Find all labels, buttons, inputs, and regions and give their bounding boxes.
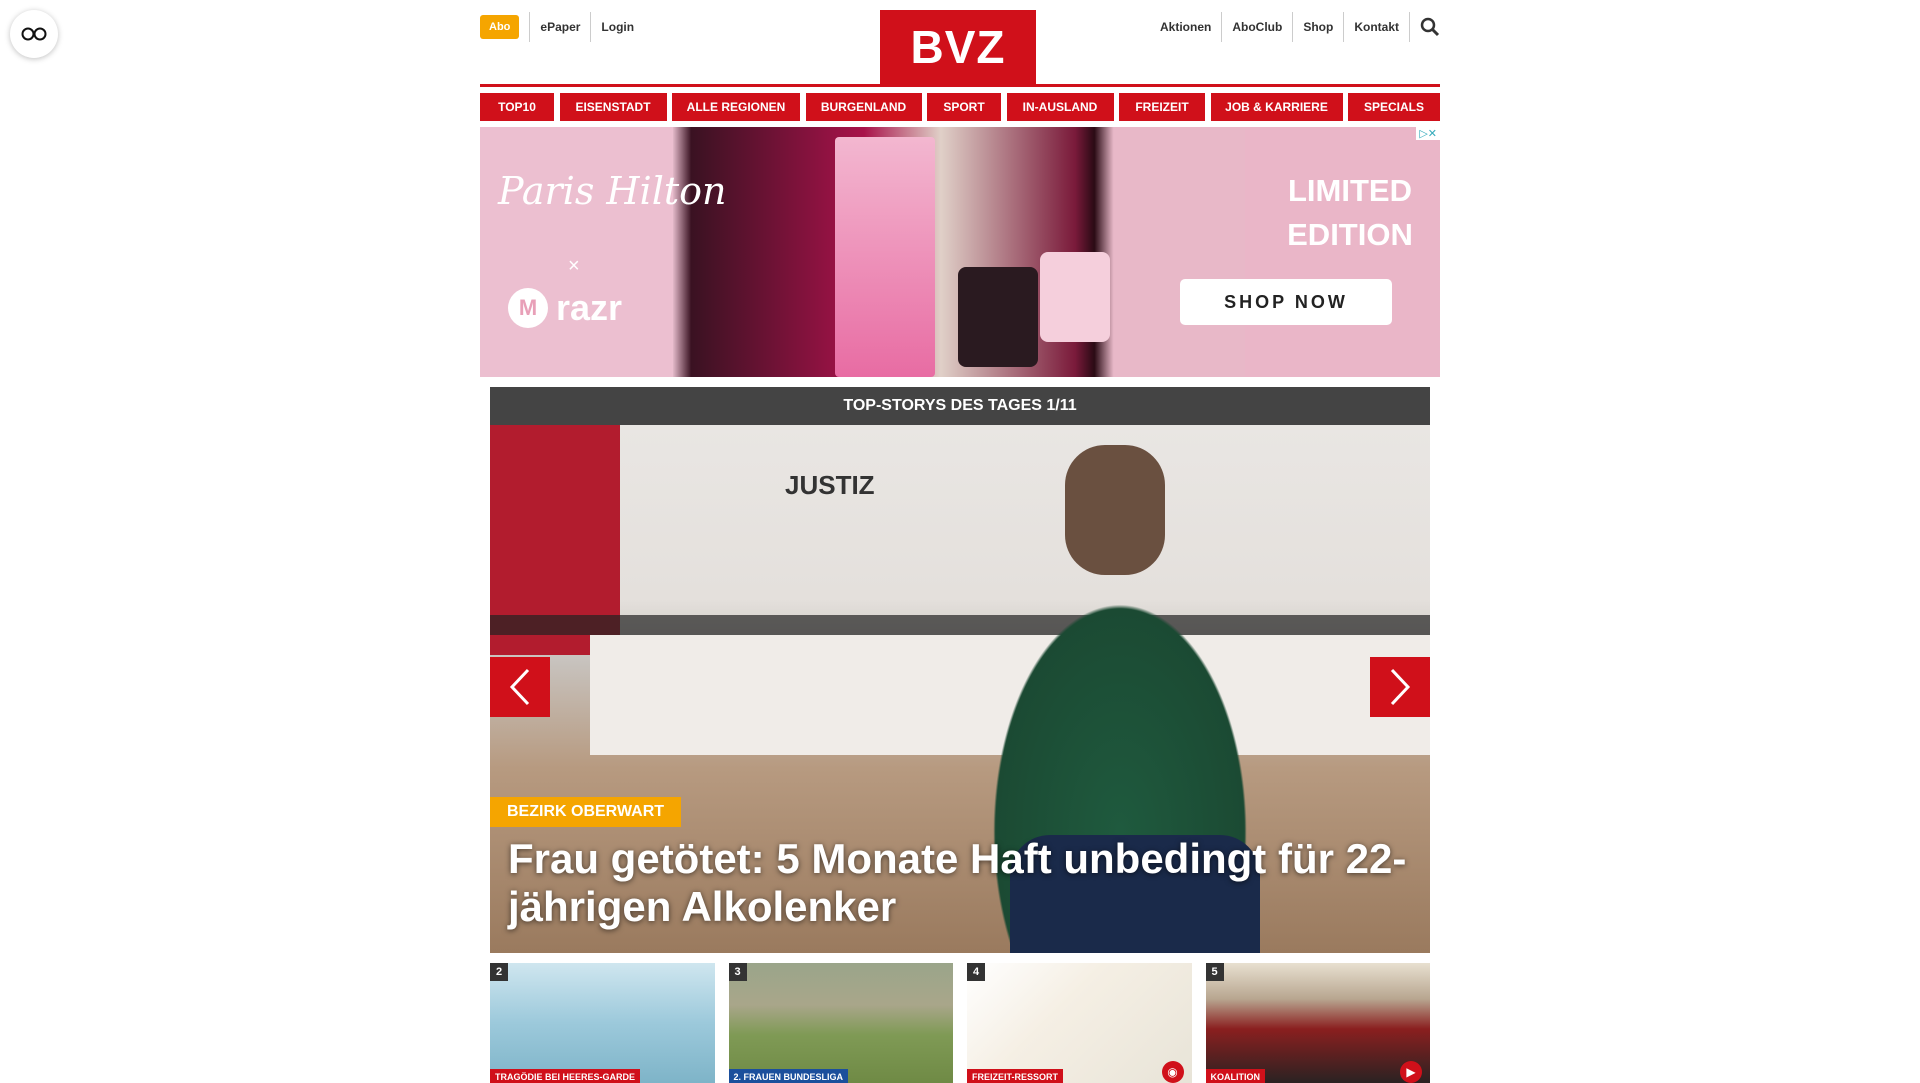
thumbnail-number: 4 bbox=[967, 963, 986, 981]
thumbnail-number: 5 bbox=[1205, 963, 1224, 981]
chevron-left-icon bbox=[509, 668, 530, 706]
aboclub-link[interactable]: AboClub bbox=[1222, 12, 1294, 42]
nav-item-top10[interactable]: TOP10 bbox=[480, 93, 554, 121]
epaper-link[interactable]: ePaper bbox=[529, 12, 592, 42]
thumbnail-tag: 2. FRAUEN BUNDESLIGA bbox=[728, 1069, 849, 1083]
thumbnail-tag: KOALITION bbox=[1205, 1069, 1265, 1083]
thumbnail-story-4[interactable]: 4 FREIZEIT-RESSORT ◉ bbox=[967, 963, 1192, 1083]
defendant-head-pixelated bbox=[1065, 445, 1165, 575]
aktionen-link[interactable]: Aktionen bbox=[1150, 12, 1223, 42]
ad-phone-image bbox=[958, 267, 1038, 367]
nav-item-freizeit[interactable]: FREIZEIT bbox=[1119, 93, 1205, 121]
nav-item-specials[interactable]: SPECIALS bbox=[1348, 93, 1440, 121]
carousel-title: TOP-STORYS DES TAGES 1/11 bbox=[490, 387, 1430, 425]
login-link[interactable]: Login bbox=[591, 12, 644, 42]
shop-link[interactable]: Shop bbox=[1293, 12, 1345, 42]
ad-phone-image-pink bbox=[1040, 252, 1110, 342]
carousel-prev-button[interactable] bbox=[490, 657, 550, 717]
site-header: Abo ePaper Login BVZ Aktionen AboClub Sh… bbox=[480, 0, 1440, 87]
story-headline[interactable]: Frau getötet: 5 Monate Haft unbedingt fü… bbox=[508, 835, 1418, 931]
search-icon bbox=[1420, 17, 1440, 37]
nav-item-in-ausland[interactable]: IN-AUSLAND bbox=[1006, 93, 1114, 121]
thumbnail-number: 3 bbox=[728, 963, 747, 981]
thumbnail-story-3[interactable]: 3 2. FRAUEN BUNDESLIGA bbox=[728, 963, 953, 1083]
story-region-tag[interactable]: BEZIRK OBERWART bbox=[490, 797, 682, 827]
ad-brand-razr: M razr bbox=[508, 287, 622, 329]
ad-headline-line2: EDITION bbox=[1287, 217, 1413, 252]
chevron-right-icon bbox=[1390, 668, 1411, 706]
ad-brand-panel bbox=[480, 127, 673, 377]
nav-item-sport[interactable]: SPORT bbox=[927, 93, 1001, 121]
motorola-logo-icon: M bbox=[508, 288, 548, 328]
ad-brand-paris-hilton: Paris Hilton bbox=[498, 169, 727, 213]
ad-headline-line1: LIMITED bbox=[1288, 173, 1412, 208]
ad-brand-separator: × bbox=[568, 255, 580, 277]
thumbnail-tag: FREIZEIT-RESSORT bbox=[967, 1069, 1064, 1083]
nav-item-alle-regionen[interactable]: ALLE REGIONEN bbox=[672, 93, 800, 121]
top-nav-left: Abo ePaper Login bbox=[480, 12, 644, 42]
nav-item-eisenstadt[interactable]: EISENSTADT bbox=[559, 93, 667, 121]
justiz-sign: JUSTIZ bbox=[785, 470, 875, 500]
page-container: Abo ePaper Login BVZ Aktionen AboClub Sh… bbox=[480, 0, 1440, 1083]
thumbnail-tag: TRAGÖDIE BEI HEERES-GARDE bbox=[490, 1069, 641, 1083]
adchoices-icon[interactable]: ▷✕ bbox=[1416, 127, 1440, 140]
site-logo[interactable]: BVZ bbox=[880, 10, 1036, 84]
main-navigation: TOP10 EISENSTADT ALLE REGIONEN BURGENLAN… bbox=[480, 93, 1440, 121]
ad-brand-razr-text: razr bbox=[556, 287, 623, 328]
ad-product-box-image bbox=[835, 137, 935, 377]
thumbnail-story-2[interactable]: 2 TRAGÖDIE BEI HEERES-GARDE bbox=[490, 963, 715, 1083]
thumbnail-number: 2 bbox=[490, 963, 509, 981]
ad-headline: LIMITED EDITION bbox=[1278, 169, 1422, 257]
hero-story-image[interactable]: JUSTIZ BEZIRK OBERWART Frau getötet: 5 M… bbox=[490, 425, 1430, 953]
reader-mode-button[interactable] bbox=[10, 10, 58, 58]
top-nav-right: Aktionen AboClub Shop Kontakt bbox=[1150, 12, 1440, 42]
kontakt-link[interactable]: Kontakt bbox=[1344, 12, 1410, 42]
ad-shop-now-button[interactable]: SHOP NOW bbox=[1180, 279, 1392, 325]
abo-button[interactable]: Abo bbox=[480, 15, 520, 39]
top-stories-carousel: TOP-STORYS DES TAGES 1/11 JUSTIZ BEZIRK … bbox=[490, 387, 1430, 953]
glasses-icon bbox=[21, 27, 47, 41]
carousel-next-button[interactable] bbox=[1370, 657, 1430, 717]
advertisement-banner[interactable]: Paris Hilton × M razr LIMITED EDITION SH… bbox=[480, 127, 1440, 377]
search-button[interactable] bbox=[1410, 17, 1440, 37]
nav-item-job-karriere[interactable]: JOB & KARRIERE bbox=[1210, 93, 1343, 121]
story-thumbnails: 2 TRAGÖDIE BEI HEERES-GARDE 3 2. FRAUEN … bbox=[490, 963, 1430, 1083]
thumbnail-story-5[interactable]: 5 KOALITION ▶ bbox=[1205, 963, 1430, 1083]
nav-item-burgenland[interactable]: BURGENLAND bbox=[805, 93, 922, 121]
